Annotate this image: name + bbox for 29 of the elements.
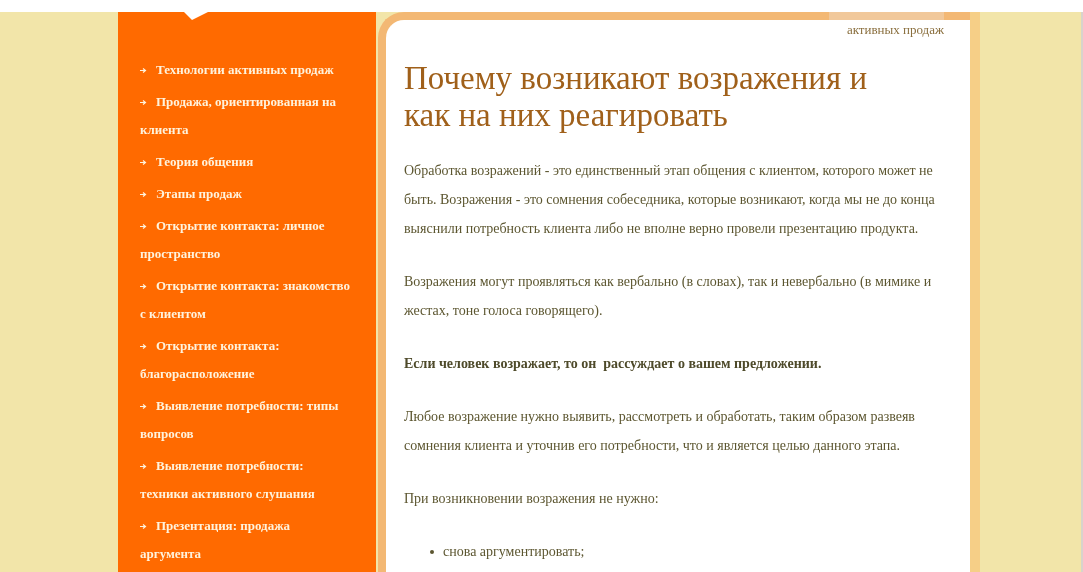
arrow-icon — [140, 98, 147, 106]
sidebar-link[interactable]: Открытие контакта: личное пространство — [140, 212, 354, 268]
sidebar-link[interactable]: Презентация: продажа аргумента — [140, 512, 354, 568]
arrow-icon — [140, 402, 147, 410]
arrow-icon — [140, 462, 147, 470]
paragraph: Обработка возражений - это единственный этап общения с клиентом, которого может не быть. Возражения - это сомнения собеседника, которые возникают, когда мы не до конца выяснили потребность клиента либо не вполне верно провели презентацию продукта. — [404, 162, 936, 238]
sidebar-link[interactable]: Открытие контакта: благорасположение — [140, 332, 354, 388]
arrow-icon — [140, 190, 147, 198]
list-item: снова аргументировать; — [443, 543, 585, 561]
sidebar-link[interactable]: Выявление потребности: типы вопросов — [140, 392, 354, 448]
sidebar-link[interactable]: Выявление потребности: техники активного слушания — [140, 452, 354, 508]
sidebar-link[interactable]: Открытие контакта: знакомство с клиентом — [140, 272, 354, 328]
arrow-icon — [140, 282, 147, 290]
arrow-icon — [140, 158, 147, 166]
sidebar-link[interactable]: Продажа, ориентированная на клиента — [140, 88, 354, 144]
paragraph: Любое возражение нужно выявить, рассмотреть и обработать, таким образом развеяв сомнения клиента и уточнив его потребности, что и является целью данного этапа. — [404, 408, 916, 455]
arrow-icon — [140, 522, 147, 530]
paragraph: Возражения могут проявляться как вербально (в словах), так и невербально (в мимике и жестах, тоне голоса говорящего). — [404, 273, 933, 320]
bullet-icon — [430, 549, 434, 554]
arrow-icon — [140, 342, 147, 350]
breadcrumb: активных продаж — [845, 22, 944, 38]
arrow-icon — [140, 66, 147, 74]
bold-paragraph: Если человек возражает, то он рассуждает о вашем предложении. — [404, 355, 823, 373]
sidebar-link[interactable]: Технологии активных продаж — [140, 56, 354, 84]
sidebar-link[interactable]: Этапы продаж — [140, 180, 354, 208]
article-title: Почему возникают возражения и как на них реагировать — [404, 60, 869, 134]
paragraph: При возникновении возражения не нужно: — [404, 490, 660, 508]
arrow-icon — [140, 222, 147, 230]
sidebar-link[interactable]: Теория общения — [140, 148, 354, 176]
